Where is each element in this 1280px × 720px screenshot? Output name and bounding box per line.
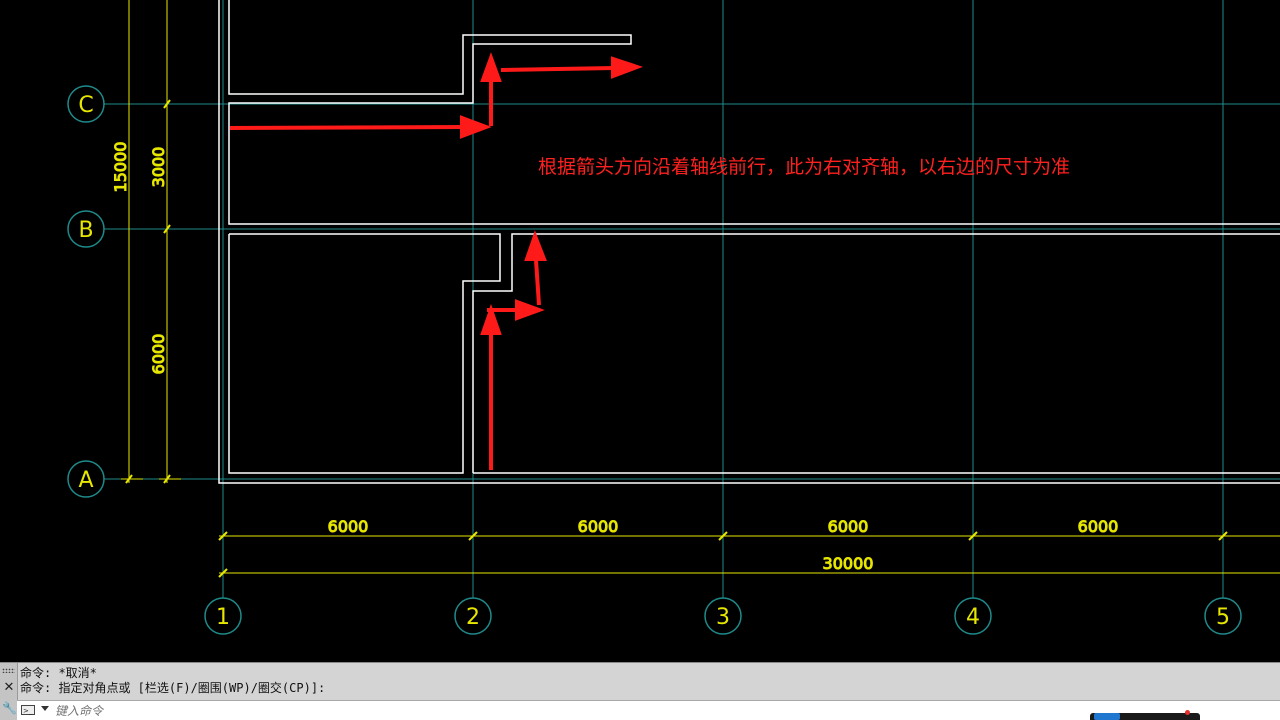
axis-bubble-4: 4 — [954, 597, 992, 635]
axis-lines — [104, 0, 1280, 598]
history-line: 命令: *取消* — [20, 666, 97, 680]
bubble-label: 2 — [466, 605, 480, 630]
dim-label-vertical: 3000 — [149, 147, 168, 188]
drawing-canvas[interactable]: 15000 3000 6000 6000 6000 6000 6000 30000 C B A 1 2… — [0, 0, 1280, 662]
axis-bubble-C: C — [67, 85, 105, 123]
wall-lower-room — [228, 233, 501, 474]
arrow-jog-right-head — [515, 299, 545, 321]
red-arrows — [229, 52, 643, 470]
arrow-c-horizontal-head — [460, 115, 492, 139]
bubble-label: 3 — [716, 605, 730, 630]
annotation-text: 根据箭头方向沿着轴线前行，此为右对齐轴，以右边的尺寸为准 — [538, 156, 1071, 178]
axis-bubble-5: 5 — [1204, 597, 1242, 635]
ime-icon[interactable] — [1094, 713, 1120, 720]
command-line-grip[interactable]: ✕ 🔧 — [0, 663, 18, 720]
dim-label-horizontal: 6000 — [1078, 517, 1119, 536]
arrow-top-right-head — [611, 56, 643, 79]
arrow-up-b-head — [524, 230, 547, 261]
cad-drawing: 15000 3000 6000 6000 6000 6000 6000 30000 C B A 1 2… — [67, 0, 1280, 635]
dim-label-total-vertical: 15000 — [111, 142, 130, 193]
bubble-label: A — [78, 468, 93, 493]
close-icon[interactable]: ✕ — [2, 681, 16, 695]
system-tray — [1090, 710, 1200, 720]
drag-handle-icon[interactable] — [2, 668, 15, 673]
wall-corridor-notch — [472, 233, 1280, 473]
arrow-top-right — [500, 66, 615, 72]
wall-upper-room — [228, 0, 1280, 225]
terminal-icon[interactable]: >_ — [21, 705, 35, 715]
axis-bubble-1: 1 — [204, 597, 242, 635]
axis-bubble-2: 2 — [454, 597, 492, 635]
arrow-up-c-head — [480, 52, 502, 82]
bubble-label: 4 — [966, 605, 980, 630]
arrow-up-b — [534, 259, 541, 306]
dim-label-horizontal: 6000 — [578, 517, 619, 536]
bubble-label: B — [78, 218, 93, 243]
axis-bubble-3: 3 — [704, 597, 742, 635]
dim-label-total-horizontal: 30000 — [823, 554, 874, 573]
outer-wall — [218, 0, 1280, 484]
dim-label-vertical: 6000 — [149, 334, 168, 375]
bubble-label: 1 — [216, 605, 230, 630]
axis-bubble-A: A — [67, 460, 105, 498]
wrench-icon[interactable]: 🔧 — [2, 701, 17, 715]
dimensions: 15000 3000 6000 6000 6000 6000 6000 30000 — [111, 0, 1280, 578]
bubble-label: 5 — [1216, 605, 1230, 630]
bubble-label: C — [78, 93, 93, 118]
chevron-down-icon[interactable] — [41, 706, 49, 711]
arrow-c-horizontal — [229, 125, 467, 130]
command-input[interactable] — [55, 702, 655, 720]
dim-label-horizontal: 6000 — [328, 517, 369, 536]
notification-dot-icon — [1185, 710, 1190, 715]
axis-bubble-B: B — [67, 210, 105, 248]
command-line-panel: ✕ 🔧 命令: *取消* 命令: 指定对角点或 [栏选(F)/圈围(WP)/圈交… — [0, 662, 1280, 720]
dim-label-horizontal: 6000 — [828, 517, 869, 536]
walls — [218, 0, 1280, 484]
command-history: 命令: *取消* 命令: 指定对角点或 [栏选(F)/圈围(WP)/圈交(CP)… — [20, 666, 1280, 696]
history-line: 命令: 指定对角点或 [栏选(F)/圈围(WP)/圈交(CP)]: — [20, 681, 326, 695]
arrow-up-2-head — [480, 303, 502, 335]
